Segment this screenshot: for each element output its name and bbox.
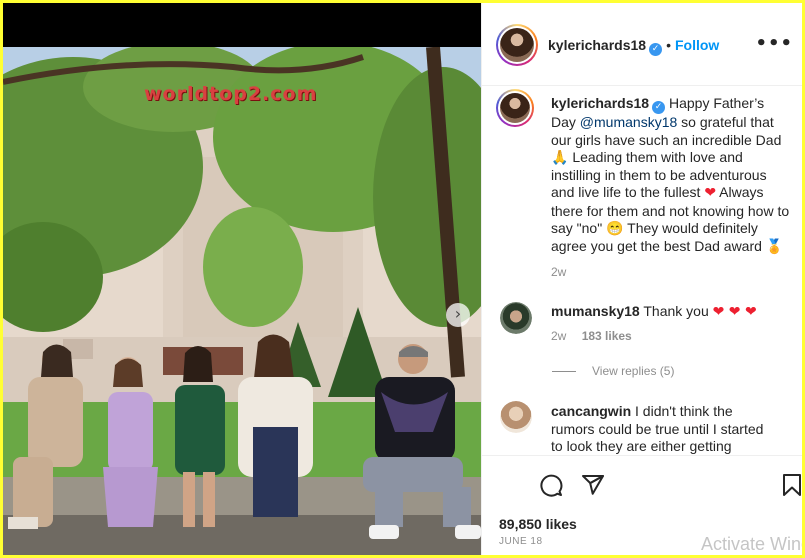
comments-list: kylerichards18 ✓ Happy Father’s Day @muma… [482, 87, 802, 455]
comment-username[interactable]: mumansky18 [551, 303, 640, 319]
caption-mention-link[interactable]: @mumansky18 [580, 114, 677, 130]
photo-scene [3, 47, 481, 555]
verified-badge-icon: ✓ [652, 101, 666, 114]
follow-button[interactable]: Follow [675, 37, 719, 53]
comment-avatar[interactable] [500, 302, 532, 334]
separator-dot: • [666, 37, 671, 53]
instagram-post-frame: worldtop2.com › kylerichards18 ✓ • Follow •… [3, 3, 802, 555]
share-icon[interactable] [581, 473, 605, 497]
view-replies-button[interactable]: View replies (5) [552, 364, 674, 378]
post-header: kylerichards18 ✓ • Follow ••• [482, 3, 802, 86]
comment-item: cancangwin I didn't think the rumors cou… [551, 403, 766, 455]
post-date: JUNE 18 [499, 536, 543, 547]
photo-top-bar [3, 3, 481, 47]
replies-divider-line [552, 371, 576, 373]
comment-username[interactable]: cancangwin [551, 403, 631, 419]
comment-text: Thank you [643, 303, 709, 319]
comment-likes[interactable]: 183 likes [582, 329, 632, 343]
comment-time[interactable]: 2w [551, 329, 566, 343]
post-likes-count[interactable]: 89,850 likes [499, 516, 577, 532]
comment-avatar[interactable] [500, 401, 532, 433]
red-heart-icon: ❤ ❤ ❤ [712, 304, 757, 320]
action-bar: 89,850 likes JUNE 18 Activate Wind [482, 455, 802, 555]
comment-icon[interactable] [539, 473, 563, 497]
bookmark-icon[interactable] [782, 473, 802, 497]
watermark-text: worldtop2.com [144, 83, 318, 105]
header-user-line: kylerichards18 ✓ • Follow [548, 37, 719, 56]
red-heart-icon: ❤ [704, 185, 717, 201]
caption-block: kylerichards18 ✓ Happy Father’s Day @muma… [551, 95, 791, 255]
caption-username[interactable]: kylerichards18 [551, 95, 649, 111]
header-username[interactable]: kylerichards18 [548, 37, 646, 53]
caption-avatar[interactable] [496, 89, 534, 127]
comment-item: mumansky18 Thank you ❤ ❤ ❤ [551, 303, 791, 322]
comment-meta: 2w 183 likes [551, 329, 632, 343]
verified-badge-icon: ✓ [649, 43, 663, 56]
author-avatar[interactable] [496, 24, 538, 66]
post-photo[interactable]: worldtop2.com › [3, 3, 481, 555]
chevron-right-icon[interactable]: › [446, 303, 470, 327]
view-replies-label: View replies (5) [592, 364, 675, 378]
activate-windows-watermark: Activate Wind [700, 534, 802, 554]
more-options-icon[interactable]: ••• [755, 33, 793, 54]
post-side-panel: kylerichards18 ✓ • Follow ••• kylerichards1… [481, 3, 802, 555]
caption-time[interactable]: 2w [551, 265, 566, 279]
